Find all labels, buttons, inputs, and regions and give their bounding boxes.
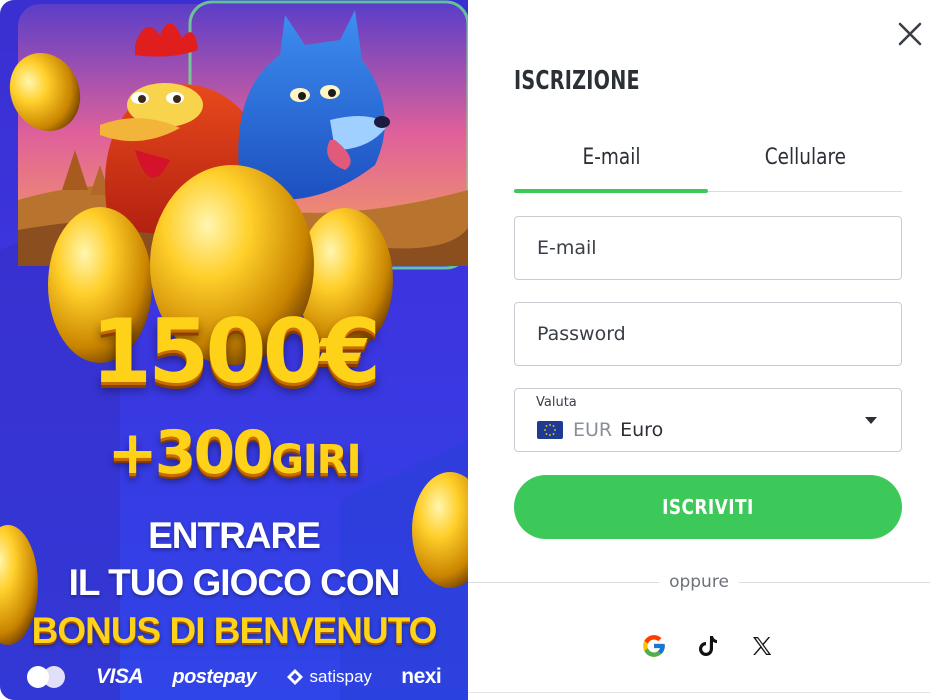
signup-method-tabs: E-mail Cellulare	[514, 128, 902, 193]
eu-flag-icon	[537, 421, 563, 439]
nexi-logo: nexi	[401, 665, 442, 688]
postepay-logo: postepay	[172, 665, 257, 688]
payment-methods: VISA postepay satispay nexi	[0, 654, 468, 700]
currency-code: EUR	[573, 419, 613, 441]
mastercard-icon	[26, 664, 67, 690]
promo-line-2: IL TUO GIOCO CON	[68, 562, 401, 603]
spins-word: GIRI	[271, 437, 361, 483]
chevron-down-icon	[865, 417, 877, 424]
register-button-label: ISCRIVITI	[662, 495, 754, 519]
password-input[interactable]	[515, 303, 901, 365]
x-icon	[753, 637, 772, 655]
google-login-button[interactable]	[638, 630, 670, 662]
tab-phone-label: Cellulare	[764, 145, 846, 170]
x-login-button[interactable]	[746, 630, 778, 662]
promo-line-1: ENTRARE	[148, 515, 321, 556]
tiktok-login-button[interactable]	[692, 630, 724, 662]
satispay-icon	[286, 669, 303, 685]
currency-label: Valuta	[536, 395, 577, 410]
bonus-spins: +300GIRI	[0, 418, 468, 488]
bonus-amount: 1500€	[90, 300, 381, 403]
email-field-wrapper	[514, 216, 902, 280]
visa-logo: VISA	[96, 665, 144, 688]
or-divider: oppure	[468, 571, 930, 593]
promo-banner: 1500€ +300GIRI ENTRARE IL TUO GIOCO CON …	[0, 0, 468, 700]
email-input[interactable]	[515, 217, 901, 279]
currency-value: EUR Euro	[537, 419, 663, 441]
currency-select[interactable]: Valuta EUR Euro	[514, 388, 902, 452]
promo-line-3: BONUS DI BENVENUTO	[31, 610, 438, 651]
registration-panel: ISCRIZIONE E-mail Cellulare Valuta	[468, 0, 930, 700]
google-icon	[643, 635, 665, 657]
close-icon	[898, 22, 922, 46]
form-title: ISCRIZIONE	[514, 66, 640, 96]
close-button[interactable]	[894, 18, 926, 50]
tab-phone[interactable]: Cellulare	[708, 128, 902, 191]
password-field-wrapper	[514, 302, 902, 366]
social-login	[638, 626, 778, 666]
satispay-label: satispay	[309, 667, 372, 686]
bottom-divider	[468, 692, 930, 693]
satispay-logo: satispay	[286, 667, 372, 687]
tiktok-icon	[699, 636, 717, 656]
spins-number: +300	[107, 418, 275, 488]
currency-name: Euro	[620, 419, 664, 441]
tab-email-label: E-mail	[582, 145, 640, 170]
register-button[interactable]: ISCRIVITI	[514, 475, 902, 539]
or-divider-text: oppure	[669, 572, 729, 592]
tab-email[interactable]: E-mail	[514, 128, 708, 193]
